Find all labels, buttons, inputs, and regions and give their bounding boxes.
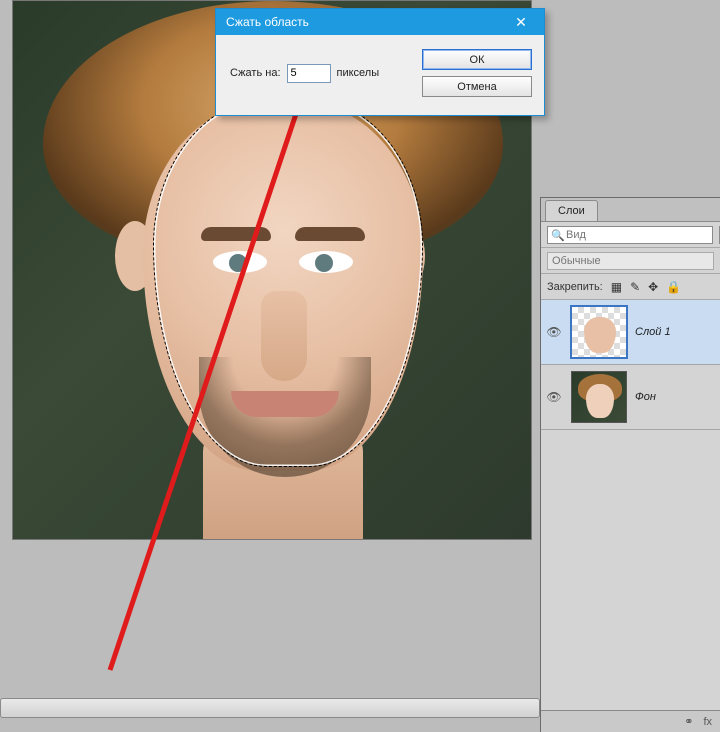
layers-panel-footer: ⚭ fx — [541, 710, 720, 732]
layer-thumbnail[interactable] — [571, 306, 627, 358]
dialog-title-text: Сжать область — [226, 15, 309, 29]
beard — [199, 357, 371, 477]
eye-right — [299, 251, 353, 273]
eye-icon: 👁 — [546, 325, 561, 339]
eyebrow-left — [201, 227, 271, 241]
close-icon[interactable]: ✕ — [504, 12, 538, 32]
lock-all-icon[interactable]: 🔒 — [666, 280, 681, 294]
eye-icon: 👁 — [546, 390, 561, 404]
layer-name-label: Слой 1 — [635, 326, 671, 338]
lock-label: Закрепить: — [547, 281, 603, 293]
contract-by-label: Сжать на: — [230, 67, 281, 79]
layers-panel: Слои 🔍 ▾ ▣ Закрепить: ▦ ✎ ✥ 🔒 👁 — [540, 197, 720, 732]
panel-tabs: Слои — [541, 198, 720, 222]
lock-position-icon[interactable]: ✥ — [648, 280, 658, 294]
face-shape — [143, 101, 423, 471]
link-layers-icon[interactable]: ⚭ — [684, 715, 693, 728]
dialog-titlebar[interactable]: Сжать область ✕ — [216, 9, 544, 35]
eye-left — [213, 251, 267, 273]
lock-transparency-icon[interactable]: ▦ — [611, 280, 622, 294]
contract-by-input[interactable] — [287, 64, 331, 83]
layer-item[interactable]: 👁 Фон — [541, 365, 720, 430]
layer-filter-input[interactable] — [547, 226, 713, 244]
ok-button[interactable]: ОК — [422, 49, 532, 70]
contract-selection-dialog: Сжать область ✕ Сжать на: пикселы ОК Отм… — [215, 8, 545, 116]
cancel-button[interactable]: Отмена — [422, 76, 532, 97]
contract-by-units: пикселы — [337, 67, 380, 79]
tab-layers[interactable]: Слои — [545, 200, 598, 221]
layer-thumbnail[interactable] — [571, 371, 627, 423]
mouth — [231, 391, 339, 417]
lock-paint-icon[interactable]: ✎ — [630, 280, 640, 294]
document-footer-strip — [0, 698, 540, 718]
blend-mode-select[interactable] — [547, 252, 714, 270]
eyebrow-right — [295, 227, 365, 241]
layer-name-label: Фон — [635, 391, 656, 403]
visibility-toggle[interactable]: 👁 — [545, 325, 563, 339]
layer-fx-button[interactable]: fx — [703, 716, 712, 728]
visibility-toggle[interactable]: 👁 — [545, 390, 563, 404]
layer-item[interactable]: 👁 Слой 1 — [541, 300, 720, 365]
search-icon: 🔍 — [551, 229, 565, 242]
layer-list: 👁 Слой 1 👁 Фон — [541, 300, 720, 710]
